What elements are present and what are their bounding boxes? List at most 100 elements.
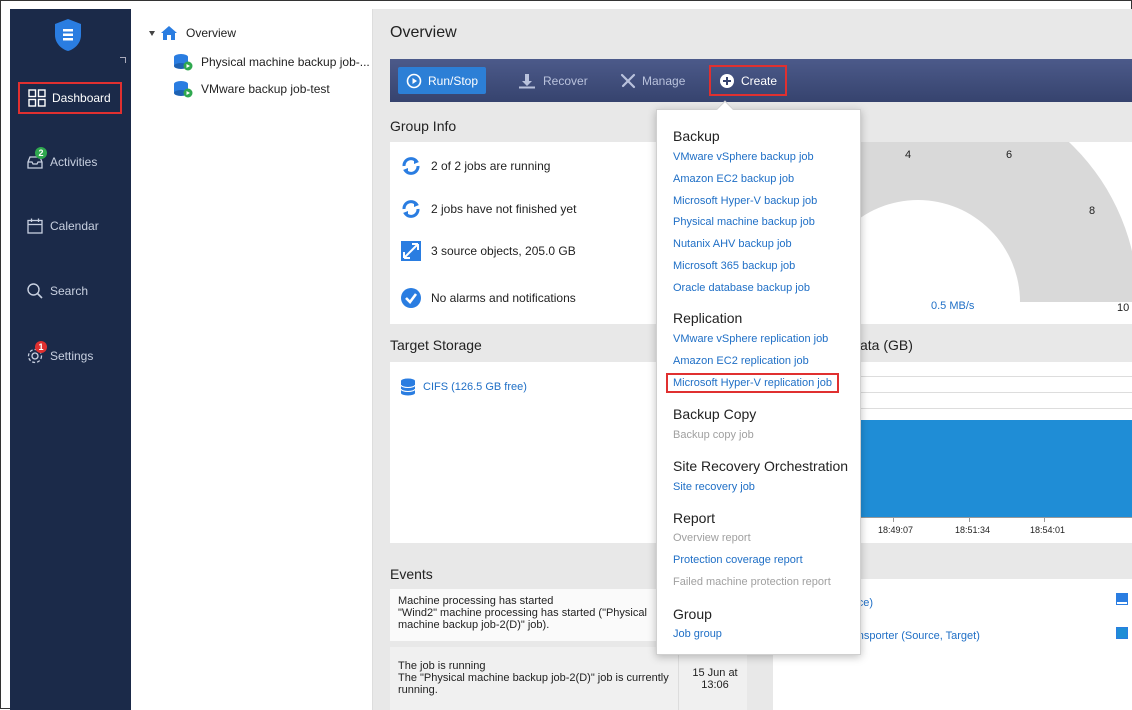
nav-item-label: Settings (50, 349, 94, 363)
calendar-icon (26, 217, 44, 235)
legend-item[interactable]: ransporter (Source, Target) (848, 630, 980, 642)
create-label: Create (741, 73, 778, 88)
manage-label: Manage (642, 73, 686, 88)
gauge-label: 10 (1117, 302, 1130, 314)
data-area (851, 420, 1132, 517)
collapse-nav-icon[interactable] (120, 57, 126, 63)
axis-tick (969, 517, 970, 522)
collapse-arrow-icon[interactable] (149, 30, 155, 36)
group-info-row: No alarms and notifications (400, 287, 576, 309)
tree-item-job[interactable]: Physical machine backup job-... (173, 52, 370, 72)
group-info-text: No alarms and notifications (431, 291, 576, 305)
menu-item[interactable]: Nutanix AHV backup job (673, 238, 792, 250)
refresh-icon (400, 155, 422, 177)
axis-tick (1044, 517, 1045, 522)
app-window: Dashboard 2 Activities Calendar Search 1… (0, 0, 1132, 710)
menu-section-replication: Replication (673, 310, 743, 326)
menu-section-backup-copy: Backup Copy (673, 406, 757, 422)
run-stop-button[interactable]: Run/Stop (398, 67, 487, 94)
tree-item-job[interactable]: VMware backup job-test (173, 79, 330, 99)
tree-item-label: VMware backup job-test (201, 82, 330, 96)
manage-button[interactable]: Manage (612, 67, 693, 94)
backup-job-icon (174, 81, 193, 98)
storage-label: CIFS (126.5 GB free) (423, 381, 527, 393)
nav-item-settings[interactable]: 1 Settings (18, 340, 122, 372)
tools-icon (620, 73, 636, 89)
gridline (851, 376, 1132, 377)
gridline (851, 392, 1132, 393)
time-label: 18:51:34 (955, 525, 991, 535)
event-divider (678, 647, 679, 710)
menu-item[interactable]: Protection coverage report (673, 554, 803, 566)
gridline (851, 408, 1132, 409)
run-stop-label: Run/Stop (428, 73, 479, 88)
legend-checkbox[interactable] (1116, 627, 1128, 639)
refresh-icon (400, 198, 422, 220)
tree-item-label: Overview (186, 26, 237, 40)
event-text: "Wind2" machine processing has started (… (398, 607, 647, 631)
menu-item-hyper-v-replication[interactable]: Microsoft Hyper-V replication job (666, 373, 839, 393)
resize-icon (400, 240, 422, 262)
legend-checkbox[interactable] (1116, 593, 1128, 605)
nav-item-dashboard[interactable]: Dashboard (18, 82, 122, 114)
nav-item-activities[interactable]: 2 Activities (18, 146, 122, 178)
settings-badge: 1 (35, 341, 47, 353)
menu-section-report: Report (673, 510, 716, 526)
nav-item-label: Search (50, 284, 89, 298)
shield-logo-icon (55, 19, 81, 51)
tree-item-label: Physical machine backup job-... (201, 55, 370, 69)
data-chart-title: ata (GB) (860, 337, 913, 353)
nav-item-label: Calendar (50, 219, 99, 233)
nav-item-calendar[interactable]: Calendar (18, 210, 122, 242)
menu-item[interactable]: Amazon EC2 replication job (673, 355, 809, 367)
group-info-row: 2 jobs have not finished yet (400, 198, 576, 220)
time-label: 18:49:07 (878, 525, 914, 535)
menu-item: Backup copy job (673, 429, 754, 441)
toolbar: Run/Stop Recover Manage Create (390, 59, 1132, 102)
events-title: Events (390, 566, 433, 582)
plus-circle-icon (719, 73, 735, 89)
tree-item-overview[interactable]: Overview (149, 23, 236, 43)
group-info-text: 2 of 2 jobs are running (431, 159, 551, 173)
menu-item[interactable]: Physical machine backup job (673, 216, 815, 228)
page-title: Overview (390, 24, 457, 41)
search-icon (26, 282, 44, 300)
gauge-label: 4 (905, 149, 912, 161)
group-info-text: 3 source objects, 205.0 GB (431, 244, 576, 258)
event-time: 13:06 (701, 679, 729, 691)
home-icon (161, 26, 177, 40)
event-title: Machine processing has started (398, 595, 554, 607)
activities-badge: 2 (35, 147, 47, 159)
play-icon (406, 73, 422, 89)
menu-section-site-recovery: Site Recovery Orchestration (673, 458, 849, 474)
menu-item[interactable]: Job group (673, 628, 722, 640)
target-storage-title: Target Storage (390, 337, 482, 353)
download-icon (517, 73, 537, 89)
group-info-row: 2 of 2 jobs are running (400, 155, 550, 177)
create-button[interactable]: Create (709, 65, 788, 96)
menu-item[interactable]: Site recovery job (673, 481, 755, 493)
grid-icon (28, 89, 46, 107)
gauge-label: 6 (1006, 149, 1013, 161)
create-menu: Backup VMware vSphere backup job Amazon … (656, 100, 861, 655)
inbox-icon: 2 (26, 147, 47, 171)
menu-section-backup: Backup (673, 128, 720, 144)
database-icon (400, 378, 416, 396)
menu-item[interactable]: Microsoft Hyper-V backup job (673, 195, 817, 207)
recover-button[interactable]: Recover (509, 67, 596, 94)
menu-item[interactable]: VMware vSphere backup job (673, 151, 814, 163)
menu-item[interactable]: Microsoft 365 backup job (673, 260, 795, 272)
menu-section-group: Group (673, 606, 712, 622)
menu-item[interactable]: Oracle database backup job (673, 282, 810, 294)
time-label: 18:54:01 (1030, 525, 1066, 535)
event-item[interactable]: The job is running The "Physical machine… (390, 647, 747, 710)
menu-item: Failed machine protection report (673, 576, 831, 588)
event-date: 15 Jun at (692, 667, 738, 679)
event-text: The "Physical machine backup job-2(D)" j… (398, 672, 669, 696)
menu-item: Overview report (673, 532, 751, 544)
nav-item-label: Dashboard (52, 91, 111, 105)
nav-item-search[interactable]: Search (18, 275, 122, 307)
storage-item[interactable]: CIFS (126.5 GB free) (400, 378, 527, 396)
menu-item[interactable]: Amazon EC2 backup job (673, 173, 794, 185)
menu-item[interactable]: VMware vSphere replication job (673, 333, 828, 345)
